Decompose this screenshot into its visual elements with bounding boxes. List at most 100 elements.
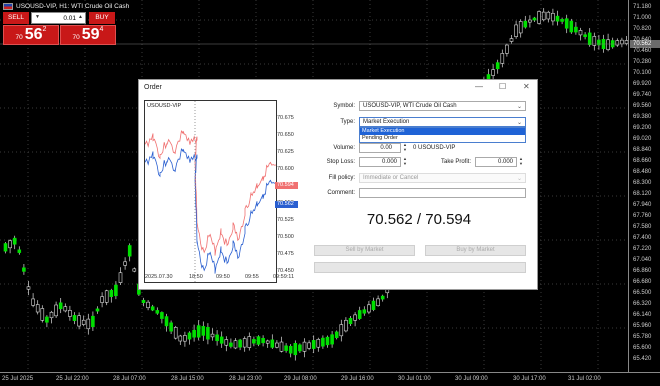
time-axis-label: 30 Jul 09:00 xyxy=(455,376,488,382)
volume-increase-icon[interactable]: ▲ xyxy=(78,14,83,20)
chart-title: USOUSD-VIP, H1: WTI Crude Oil Cash xyxy=(16,3,130,10)
comment-input[interactable] xyxy=(359,188,526,198)
volume-spinner[interactable]: ▲ ▼ xyxy=(403,142,407,152)
volume-value: 0.01 xyxy=(63,15,76,22)
maximize-icon[interactable]: ☐ xyxy=(499,82,506,91)
take-profit-value: 0.000 xyxy=(497,159,513,165)
fill-policy-select[interactable]: Immediate or Cancel ⌄ xyxy=(359,173,526,183)
price-axis-label: 66.140 xyxy=(633,312,652,318)
candle-body xyxy=(569,20,574,33)
buy-button[interactable]: BUY xyxy=(89,12,115,24)
one-click-trading-panel: SELL ▼ 0.01 ▲ BUY 70 562 70 594 xyxy=(3,12,116,45)
candle-body xyxy=(509,38,514,42)
tick-price-label: 70.675 xyxy=(277,115,294,121)
tick-time-label: 2025.07.30 xyxy=(145,274,173,280)
candle-body xyxy=(574,26,578,33)
candle-body xyxy=(45,316,49,323)
candle-body xyxy=(298,344,302,352)
price-axis-label: 66.860 xyxy=(633,268,652,274)
sell-button[interactable]: SELL xyxy=(3,12,29,24)
time-axis-label: 25 Jul 22:00 xyxy=(56,376,89,382)
sell-price-box[interactable]: 70 562 xyxy=(3,25,59,45)
symbol-flag-icon xyxy=(3,3,13,10)
volume-field[interactable]: 0.00 xyxy=(359,143,401,153)
price-axis-label: 66.320 xyxy=(633,301,652,307)
candle-body xyxy=(123,261,127,266)
candle-body xyxy=(77,315,81,327)
price-axis-label: 67.940 xyxy=(633,202,652,208)
place-order-button[interactable] xyxy=(314,262,526,273)
time-axis-label: 31 Jul 02:00 xyxy=(568,376,601,382)
tick-time-label: 09:59:11 xyxy=(273,274,295,280)
tick-lines xyxy=(144,101,277,282)
candle-body xyxy=(173,327,178,339)
candle-body xyxy=(606,39,610,50)
candle-body xyxy=(339,324,344,337)
minimize-icon[interactable]: — xyxy=(475,82,483,91)
price-axis-label: 68.480 xyxy=(633,169,652,175)
candle-body xyxy=(118,272,123,283)
candle-body xyxy=(620,39,624,45)
candle-body xyxy=(256,336,261,345)
candle-body xyxy=(238,339,242,348)
take-profit-field[interactable]: 0.000 xyxy=(475,157,517,167)
volume-field-value: 0.00 xyxy=(380,145,392,151)
price-axis-label: 66.680 xyxy=(633,279,652,285)
candle-body xyxy=(104,290,109,303)
candle-body xyxy=(293,343,298,356)
tick-time-label: 18:50 xyxy=(189,274,203,280)
candle-body xyxy=(201,326,206,336)
candle-body xyxy=(371,300,376,310)
symbol-select[interactable]: USOUSD-VIP, WTI Crude Oil Cash ⌄ xyxy=(359,101,526,111)
candle-body xyxy=(127,245,132,257)
fill-policy-value: Immediate or Cancel xyxy=(363,175,419,181)
stop-loss-field[interactable]: 0.000 xyxy=(359,157,401,167)
sell-by-market-button[interactable]: Sell by Market xyxy=(314,245,415,256)
candle-body xyxy=(224,339,229,346)
candle-body xyxy=(54,304,58,317)
candle-body xyxy=(615,40,620,46)
stop-loss-label: Stop Loss: xyxy=(326,159,355,165)
dialog-title-bar[interactable]: Order — ☐ ✕ xyxy=(139,80,537,95)
ask-price-tag: 70.594 xyxy=(275,182,298,189)
candle-body xyxy=(17,249,22,253)
volume-unit: 0 USOUSD-VIP xyxy=(413,145,456,151)
take-profit-label: Take Profit: xyxy=(440,159,471,165)
take-profit-spinner[interactable]: ▲ ▼ xyxy=(519,156,523,166)
price-axis-label: 69.200 xyxy=(633,125,652,131)
price-axis-label: 68.660 xyxy=(633,158,652,164)
candle-body xyxy=(81,319,86,325)
candle-body xyxy=(114,284,118,297)
type-select[interactable]: Market Execution ⌄ xyxy=(359,117,526,127)
buy-by-market-button[interactable]: Buy by Market xyxy=(425,245,526,256)
candle-body xyxy=(311,340,316,349)
buy-price-prefix: 70 xyxy=(72,34,80,41)
close-icon[interactable]: ✕ xyxy=(523,82,530,91)
time-axis-label: 29 Jul 16:00 xyxy=(341,376,374,382)
tick-price-label: 70.625 xyxy=(277,149,294,155)
stop-loss-spinner[interactable]: ▲ ▼ xyxy=(403,156,407,166)
candle-body xyxy=(555,15,560,22)
price-axis[interactable]: 70.562 71.180 71.000 70.820 70.640 70.460 70.… xyxy=(628,0,660,372)
volume-label: Volume: xyxy=(333,145,355,151)
candle-body xyxy=(22,267,26,272)
tick-price-label: 70.500 xyxy=(277,234,294,240)
candle-body xyxy=(551,13,555,22)
candle-body xyxy=(72,315,77,321)
price-axis-label: 70.640 xyxy=(633,37,652,43)
volume-input[interactable]: ▼ 0.01 ▲ xyxy=(31,12,86,24)
candle-body xyxy=(169,322,173,332)
candle-body xyxy=(35,304,40,313)
price-axis-label: 66.500 xyxy=(633,290,652,296)
buy-price-box[interactable]: 70 594 xyxy=(60,25,116,45)
dropdown-option-market-execution[interactable]: Market Execution xyxy=(360,128,525,135)
candle-body xyxy=(146,301,150,309)
candle-body xyxy=(514,24,518,37)
symbol-value: USOUSD-VIP, WTI Crude Oil Cash xyxy=(363,103,457,109)
volume-decrease-icon[interactable]: ▼ xyxy=(35,14,40,20)
dropdown-option-pending-order[interactable]: Pending Order xyxy=(360,135,525,142)
candle-body xyxy=(302,341,307,352)
price-axis-label: 69.560 xyxy=(633,103,652,109)
time-axis[interactable]: 25 Jul 2025 25 Jul 22:00 28 Jul 07:00 28 Ju… xyxy=(0,372,660,386)
candle-body xyxy=(546,11,551,20)
